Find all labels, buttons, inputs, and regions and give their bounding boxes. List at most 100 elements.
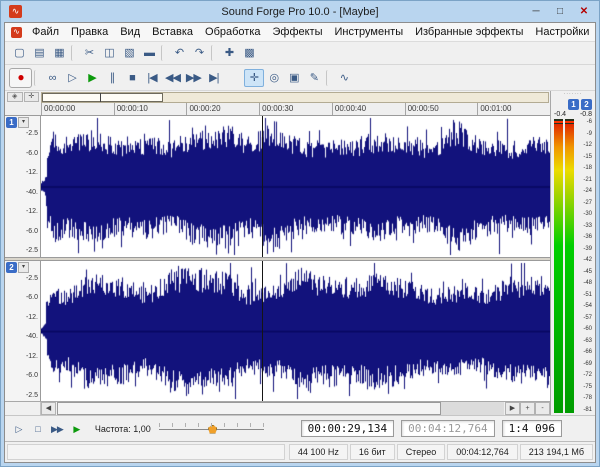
save-button[interactable]: ▦ — [49, 44, 69, 62]
envelope-tool-button[interactable]: ∿ — [334, 69, 354, 87]
scroll-left-button[interactable]: ◀ — [41, 402, 56, 415]
minimize-button[interactable]: ─ — [524, 4, 548, 20]
meter-scale-label: -75 — [583, 383, 592, 390]
paste-button[interactable]: ▧ — [119, 44, 139, 62]
meter-scale-label: -57 — [583, 314, 592, 321]
status-segment: 44 100 Hz — [288, 444, 348, 460]
channel-2-badge[interactable]: 2 — [6, 261, 17, 273]
meter-scale-label: -72 — [583, 372, 592, 379]
document-icon: ∿ — [11, 26, 22, 38]
scroll-right-button[interactable]: ▶ — [505, 402, 520, 415]
forward-button[interactable]: ▶▶ — [183, 69, 204, 87]
db-label: -6.0 — [25, 227, 38, 235]
magnify-tool-button[interactable]: ◎ — [264, 69, 284, 87]
go-to-end-button[interactable]: ▶| — [204, 69, 224, 87]
overview-view-window[interactable] — [42, 93, 164, 102]
selection-tool-button[interactable]: ▣ — [284, 69, 304, 87]
separator[interactable] — [211, 45, 217, 61]
play-button[interactable]: ▶ — [82, 69, 102, 87]
menu-item[interactable]: Эффекты — [267, 24, 329, 40]
meter-body: -6 -9 -12 -15 -18 -21 -24 -27 -30 -33 -36 -39 -42 -45… — [551, 118, 595, 415]
waveform-1-wrap — [41, 116, 550, 257]
scrub-button[interactable]: ▶ — [68, 421, 85, 437]
close-button[interactable]: ✕ — [572, 4, 596, 20]
go-to-start-button[interactable]: |◀ — [142, 69, 162, 87]
cursor-position-readout[interactable]: 00:00:29,134 — [300, 420, 395, 437]
meter-channel-button[interactable]: 2 — [581, 99, 592, 110]
rate-slider-thumb[interactable] — [208, 424, 218, 434]
rewind-button[interactable]: ◀◀ — [162, 69, 183, 87]
total-length-readout[interactable]: 00:04:12,764 — [401, 420, 495, 437]
separator[interactable] — [161, 45, 167, 61]
level-meter-left — [554, 119, 563, 413]
zoom-out-button[interactable]: - — [535, 402, 550, 415]
play-all-button[interactable]: ▷ — [62, 69, 82, 87]
menu-item[interactable]: Инструменты — [329, 24, 410, 40]
separator[interactable] — [325, 69, 332, 86]
pause-button[interactable]: ∥ — [102, 69, 122, 87]
trim-button[interactable]: ▬ — [139, 44, 159, 62]
waveform-channel-1[interactable] — [41, 116, 550, 257]
menu-item[interactable]: Окно — [595, 24, 600, 40]
meter-channel-button[interactable]: 1 — [568, 99, 579, 110]
time-tick-label: 00:01:00 — [477, 103, 550, 115]
scrollbar-thumb[interactable] — [57, 402, 442, 415]
loop-playback-button[interactable]: ∞ — [42, 69, 62, 87]
channel-1-menu-arrow-icon[interactable]: ▾ — [18, 117, 29, 128]
rate-slider[interactable] — [158, 422, 264, 436]
playback-bar: ▷ □ ▶▶ ▶ Частота: 1,00 00:00:29,134 00:04:1… — [5, 415, 595, 441]
zoom-in-button[interactable]: + — [520, 402, 535, 415]
meter-scale-label: -39 — [583, 245, 592, 252]
app-window: ∿ Sound Forge Pro 10.0 - [Maybe] ─ □ ✕ ∿… — [0, 0, 600, 467]
pencil-tool-button[interactable]: ✎ — [304, 69, 324, 87]
menu-item[interactable]: Вид — [114, 24, 146, 40]
meter-scale-label: -48 — [583, 280, 592, 287]
menu-item[interactable]: Правка — [65, 24, 114, 40]
lock-icon[interactable]: ◈ — [7, 92, 23, 102]
channels: 1 ▾ -2.5 -6.0 -12. -40. -12. -6.0 -2.5 2… — [5, 116, 550, 401]
playback-buttons: ▷ □ ▶▶ ▶ — [10, 421, 85, 437]
separator[interactable] — [71, 45, 77, 61]
new-file-button[interactable]: ▢ — [9, 44, 29, 62]
menu-item[interactable]: Избранные эффекты — [409, 24, 529, 40]
redo-button[interactable]: ↷ — [189, 44, 209, 62]
undo-button[interactable]: ↶ — [169, 44, 189, 62]
play-normal-button[interactable]: ▷ — [10, 421, 27, 437]
stop-button[interactable]: ■ — [122, 69, 142, 87]
waveform-channel-2[interactable] — [41, 260, 550, 401]
overview-bar[interactable] — [41, 92, 549, 103]
meter-scale-label: -54 — [583, 303, 592, 310]
edit-tool-button[interactable]: ✛ — [243, 68, 264, 87]
channel-1-badge[interactable]: 1 — [6, 117, 17, 128]
menu-item[interactable]: Вставка — [146, 24, 199, 40]
stop-small-button[interactable]: □ — [29, 421, 46, 437]
scrollbar-track[interactable] — [57, 402, 504, 415]
meter-scale-label: -69 — [583, 360, 592, 367]
horizontal-scrollbar: ◀ ▶ + - — [5, 401, 550, 415]
meter-scale-label: -66 — [583, 349, 592, 356]
seek-button[interactable]: ▶▶ — [48, 421, 66, 437]
zoom-ratio-readout[interactable]: 1:4 096 — [501, 420, 562, 437]
db-labels-1: -2.5 -6.0 -12. -40. -12. -6.0 -2.5 — [5, 129, 40, 257]
copy-button[interactable]: ◫ — [99, 44, 119, 62]
open-button[interactable]: ▤ — [29, 44, 49, 62]
snap-icon[interactable]: ✛ — [23, 92, 39, 102]
channel-2-menu-arrow-icon[interactable]: ▾ — [18, 261, 29, 273]
time-tick-label: 00:00:10 — [113, 103, 187, 115]
menu-item[interactable]: Обработка — [199, 24, 266, 40]
db-label: -40. — [25, 333, 38, 341]
maximize-button[interactable]: □ — [548, 4, 572, 20]
repair-button[interactable]: ✚ — [219, 44, 239, 62]
db-label: -6.0 — [25, 372, 38, 380]
meter-scale-label: -60 — [583, 326, 592, 333]
properties-button[interactable]: ▩ — [239, 44, 259, 62]
overview-row: ◈ ✛ — [5, 91, 550, 103]
time-ruler[interactable]: 00:00:00 00:00:10 00:00:20 00:00:30 00:00:40… — [5, 103, 550, 116]
record-button[interactable]: ● — [9, 67, 32, 88]
menu-item[interactable]: Настройки — [529, 24, 595, 40]
menu-item[interactable]: Файл — [26, 24, 65, 40]
separator[interactable] — [34, 69, 40, 86]
meter-grip[interactable]: ∙∙∙∙∙∙∙ — [551, 91, 595, 98]
cut-button[interactable]: ✂ — [79, 44, 99, 62]
toolbar-gap[interactable] — [224, 69, 244, 87]
